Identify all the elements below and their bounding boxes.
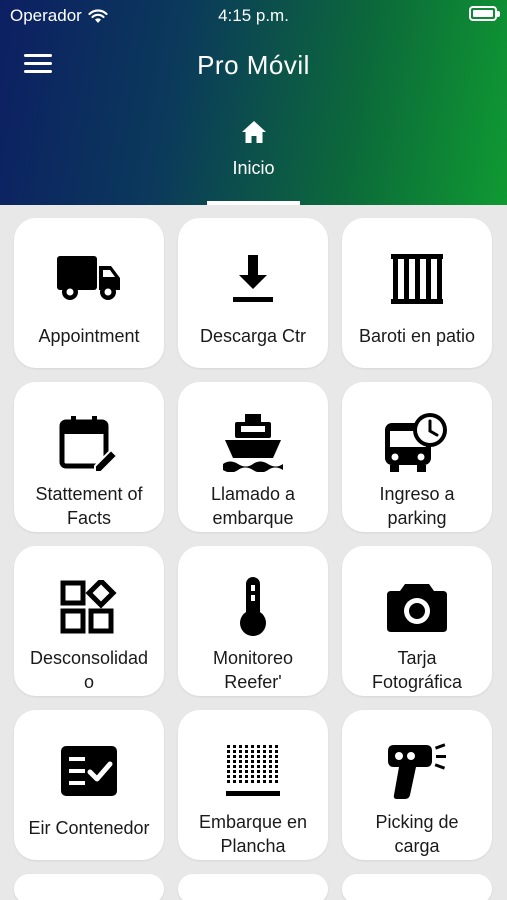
tile-partial[interactable] bbox=[178, 874, 328, 900]
tile-appointment[interactable]: Appointment bbox=[14, 218, 164, 368]
tile-eir-contenedor[interactable]: Eir Contenedor bbox=[14, 710, 164, 860]
tile-picking-de-carga[interactable]: Picking de carga bbox=[342, 710, 492, 860]
barcode-scanner-icon bbox=[384, 740, 450, 802]
thermometer-icon bbox=[220, 576, 286, 638]
tile-tarja-fotografica[interactable]: Tarja Fotográfica bbox=[342, 546, 492, 696]
status-bar: Operador 4:15 p.m. bbox=[0, 0, 507, 30]
tile-label: Stattement of Facts bbox=[35, 484, 143, 528]
battery-icon bbox=[469, 6, 500, 21]
widgets-icon bbox=[56, 576, 122, 638]
tab-active-indicator bbox=[207, 201, 300, 205]
tile-partial[interactable] bbox=[342, 874, 492, 900]
tile-monitoreo-reefer[interactable]: Monitoreo Reefer' bbox=[178, 546, 328, 696]
clock: 4:15 p.m. bbox=[218, 6, 289, 25]
tile-label: Descarga Ctr bbox=[199, 326, 307, 346]
tile-label: Baroti en patio bbox=[358, 326, 476, 346]
home-icon bbox=[241, 121, 266, 143]
app-header: Operador 4:15 p.m. Pro Móvil Inicio bbox=[0, 0, 507, 205]
tile-label: Tarja Fotográfica bbox=[371, 648, 463, 692]
tile-baroti-en-patio[interactable]: Baroti en patio bbox=[342, 218, 492, 368]
tile-embarque-en-plancha[interactable]: Embarque en Plancha bbox=[178, 710, 328, 860]
tile-label: Eir Contenedor bbox=[28, 818, 150, 838]
tile-label: Appointment bbox=[38, 326, 140, 346]
tile-stattement-of-facts[interactable]: Stattement of Facts bbox=[14, 382, 164, 532]
tile-llamado-a-embarque[interactable]: Llamado a embarque bbox=[178, 382, 328, 532]
tile-label: Picking de carga bbox=[375, 812, 459, 856]
calendar-edit-icon bbox=[56, 412, 122, 474]
download-icon bbox=[220, 248, 286, 310]
tile-descarga-ctr[interactable]: Descarga Ctr bbox=[178, 218, 328, 368]
ship-icon bbox=[220, 412, 286, 474]
grid-dots-icon bbox=[220, 740, 286, 802]
app-title: Pro Móvil bbox=[197, 50, 310, 80]
tile-ingreso-a-parking[interactable]: Ingreso a parking bbox=[342, 382, 492, 532]
tab-inicio-label: Inicio bbox=[232, 158, 275, 178]
tile-desconsolidado[interactable]: Desconsolidad o bbox=[14, 546, 164, 696]
camera-icon bbox=[384, 576, 450, 638]
bus-clock-icon bbox=[384, 412, 450, 474]
tile-label: Embarque en Plancha bbox=[198, 812, 308, 856]
truck-icon bbox=[56, 248, 122, 310]
checklist-icon bbox=[56, 740, 122, 802]
tile-label: Monitoreo Reefer' bbox=[212, 648, 294, 692]
gate-icon bbox=[384, 248, 450, 310]
tile-label: Llamado a embarque bbox=[210, 484, 296, 528]
tile-partial[interactable] bbox=[14, 874, 164, 900]
menu-grid: Appointment Descarga Ctr Baroti en patio bbox=[14, 218, 495, 900]
tile-label: Ingreso a parking bbox=[379, 484, 455, 528]
tab-inicio[interactable]: Inicio bbox=[207, 112, 300, 205]
tile-label: Desconsolidad o bbox=[29, 648, 149, 692]
